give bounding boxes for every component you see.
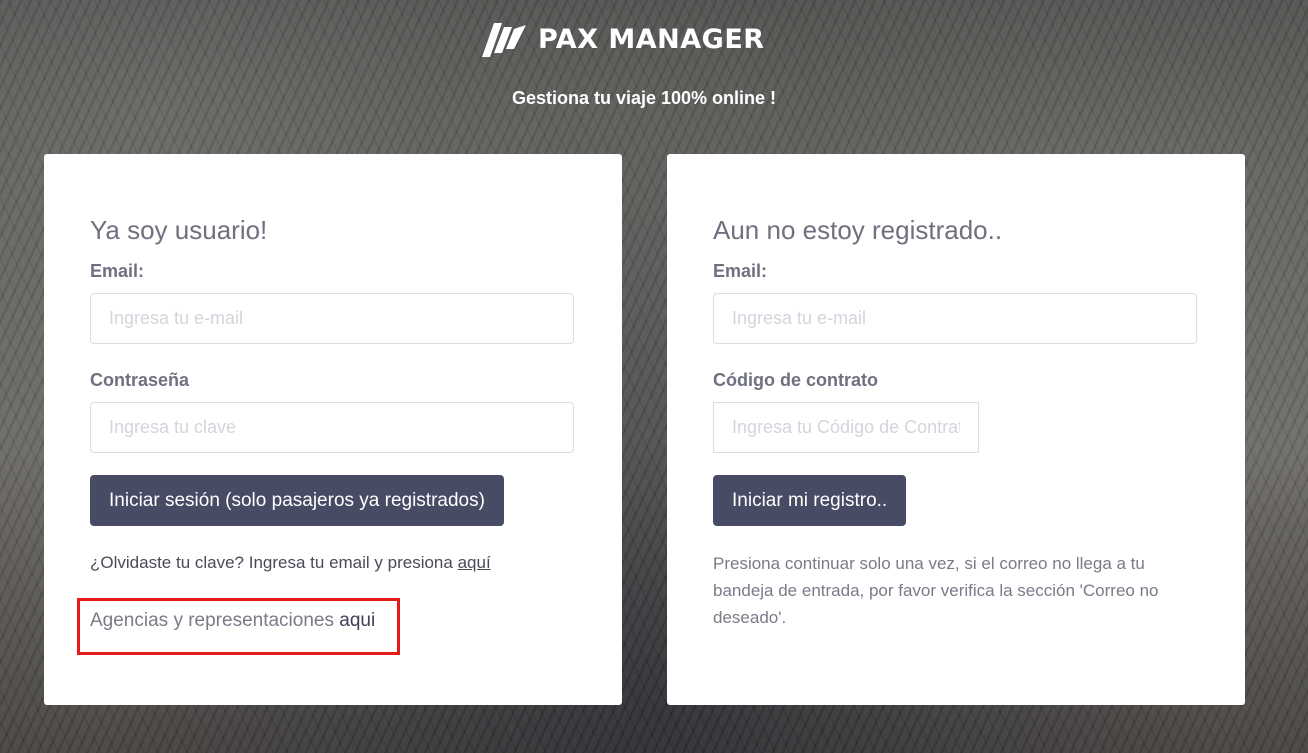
register-card: Aun no estoy registrado.. Email: Código … [667,154,1245,705]
contract-code-input[interactable] [713,402,979,453]
agencies-text: Agencias y representaciones aqui [90,608,375,634]
forgot-password-label: ¿Olvidaste tu clave? Ingresa tu email y … [90,553,453,572]
login-card: Ya soy usuario! Email: Contraseña Inicia… [44,154,622,705]
password-input[interactable] [90,402,574,453]
agencies-label: Agencias y representaciones [90,610,334,631]
register-button[interactable]: Iniciar mi registro.. [713,475,907,526]
forgot-password-link[interactable]: aquí [458,553,491,572]
tagline: Gestiona tu viaje 100% online ! [511,88,777,108]
login-button[interactable]: Iniciar sesión (solo pasajeros ya regist… [90,475,504,526]
agencies-link[interactable]: aqui [339,610,375,631]
logo: PAX MANAGER [480,16,765,62]
login-email-input[interactable] [90,293,574,344]
password-label: Contraseña [90,370,190,390]
register-notice: Presiona continuar solo una vez, si el c… [713,554,1159,627]
pax-logo-icon [482,23,526,57]
login-title: Ya soy usuario! [90,215,268,245]
login-email-label: Email: [90,261,145,281]
contract-code-label: Código de contrato [713,370,878,390]
forgot-password-text: ¿Olvidaste tu clave? Ingresa tu email y … [90,550,576,576]
register-email-label: Email: [713,261,768,281]
register-email-input[interactable] [713,293,1197,344]
register-title: Aun no estoy registrado.. [713,215,1003,245]
logo-text: PAX MANAGER [538,23,765,55]
